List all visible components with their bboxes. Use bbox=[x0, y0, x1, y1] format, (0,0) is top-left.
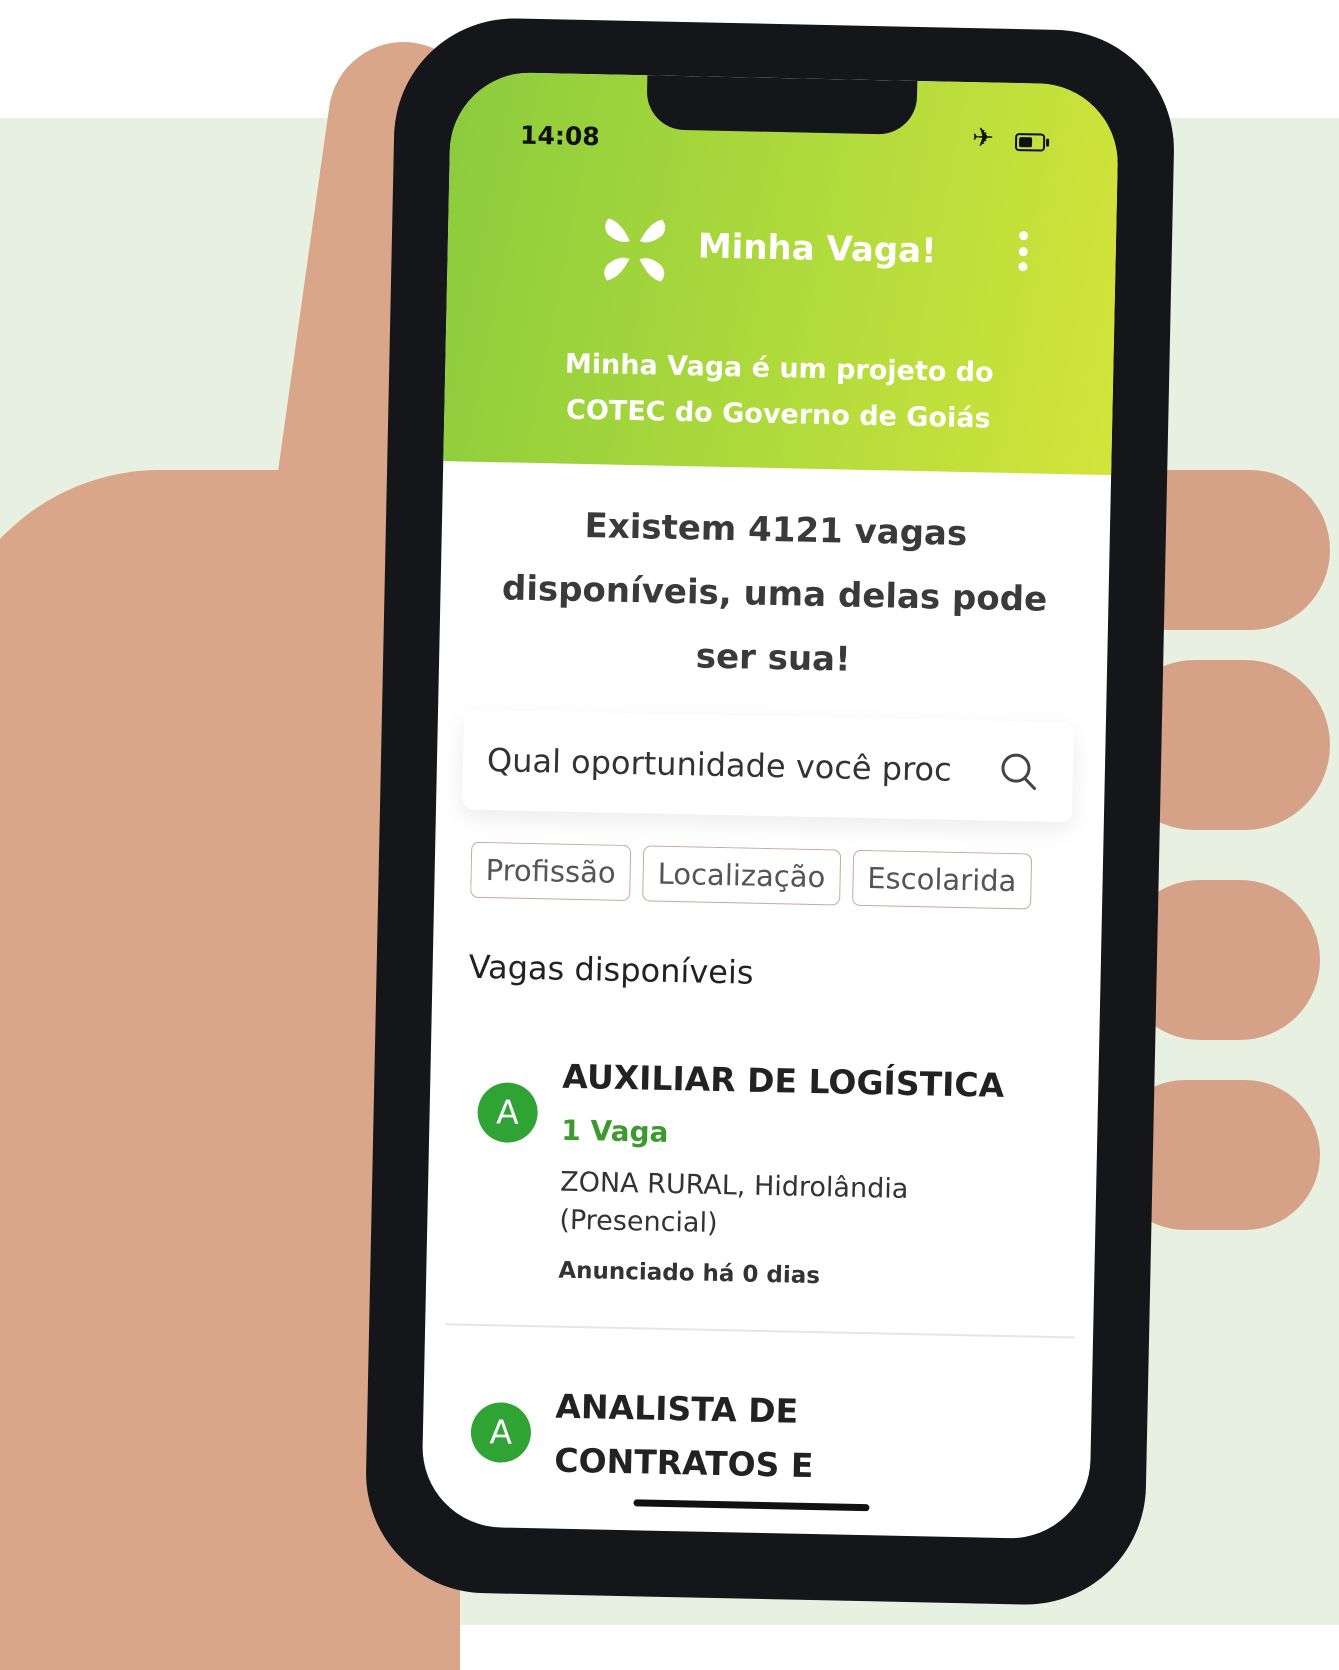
job-posted-date: Anunciado há 0 dias bbox=[558, 1257, 821, 1290]
job-location: ZONA RURAL, Hidrolândia (Presencial) bbox=[559, 1166, 909, 1239]
filter-chips: Profissão Localização Escolarida bbox=[470, 841, 1071, 915]
app-title: Minha Vaga! bbox=[697, 226, 938, 272]
vacancies-headline: Existem 4121 vagas disponíveis, uma dela… bbox=[459, 491, 1091, 696]
search-input[interactable] bbox=[484, 740, 970, 791]
filter-chip-education[interactable]: Escolarida bbox=[851, 849, 1032, 910]
job-card[interactable]: A AUXILIAR DE LOGÍSTICA 1 Vaga ZONA RURA… bbox=[445, 1031, 1082, 1339]
search-icon[interactable] bbox=[996, 749, 1041, 794]
phone-notch bbox=[646, 75, 918, 135]
job-avatar: A bbox=[470, 1401, 532, 1464]
x-logo-icon bbox=[604, 218, 666, 282]
airplane-icon: ✈ bbox=[971, 122, 995, 153]
search-box bbox=[461, 709, 1074, 823]
section-title: Vagas disponíveis bbox=[468, 947, 754, 992]
header-subtitle: Minha Vaga é um projeto do COTEC do Gove… bbox=[524, 341, 1034, 444]
job-card[interactable]: A ANALISTA DE CONTRATOS E bbox=[441, 1361, 1074, 1540]
headline-line: disponíveis, uma delas pode bbox=[501, 568, 1048, 620]
filter-chip-location[interactable]: Localização bbox=[642, 845, 841, 906]
subtitle-line: COTEC do Governo de Goiás bbox=[565, 394, 991, 435]
job-title: ANALISTA DE CONTRATOS E bbox=[554, 1380, 1036, 1498]
battery-icon bbox=[1014, 132, 1046, 152]
status-time: 14:08 bbox=[519, 120, 600, 152]
job-title-line: ANALISTA DE bbox=[555, 1386, 799, 1431]
job-title-line: CONTRATOS E bbox=[553, 1440, 814, 1486]
headline-line: ser sua! bbox=[695, 636, 852, 680]
job-title: AUXILIAR DE LOGÍSTICA bbox=[562, 1056, 1005, 1105]
kebab-menu-icon[interactable] bbox=[1012, 231, 1033, 272]
phone-device: 14:08 ✈ Minha Vaga! Minha Vaga é um proj… bbox=[363, 16, 1177, 1607]
filter-chip-profession[interactable]: Profissão bbox=[470, 841, 632, 902]
job-avatar: A bbox=[477, 1081, 539, 1144]
phone-screen: 14:08 ✈ Minha Vaga! Minha Vaga é um proj… bbox=[420, 71, 1120, 1540]
job-vacancies: 1 Vaga bbox=[560, 1113, 669, 1149]
